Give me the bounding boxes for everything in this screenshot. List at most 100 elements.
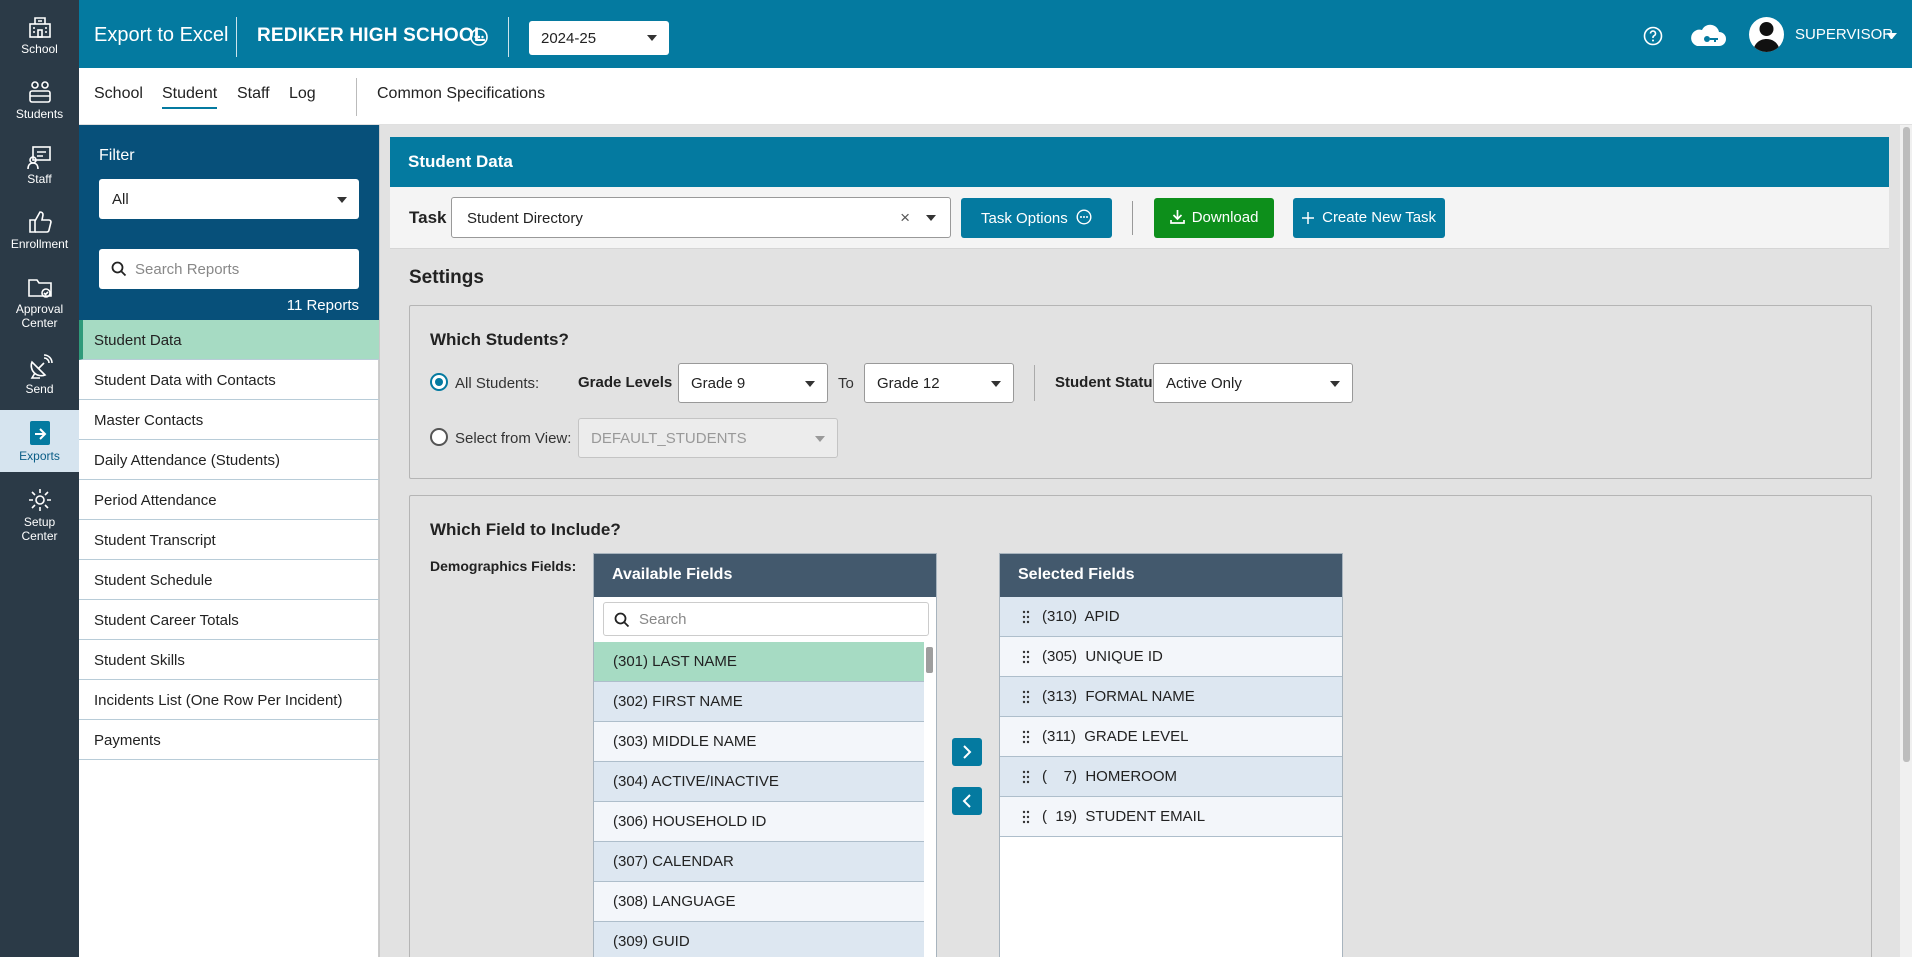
download-icon bbox=[1169, 210, 1185, 224]
gear-icon bbox=[28, 489, 51, 511]
student-status-select[interactable]: Active Only bbox=[1153, 363, 1353, 403]
rail-item-staff[interactable]: Staff bbox=[0, 144, 79, 186]
field-search[interactable] bbox=[603, 602, 929, 636]
grade-to-select[interactable]: Grade 12 bbox=[864, 363, 1014, 403]
main-scrollbar[interactable] bbox=[1900, 125, 1912, 957]
list-item[interactable]: (303) MIDDLE NAME bbox=[594, 722, 924, 762]
top-bar: Export to Excel REDIKER HIGH SCHOOL 2024… bbox=[79, 0, 1912, 68]
drag-handle-icon[interactable] bbox=[1022, 730, 1030, 744]
list-item[interactable]: (313) FORMAL NAME bbox=[1000, 677, 1342, 717]
chevron-down-icon bbox=[647, 35, 657, 41]
view-value: DEFAULT_STUDENTS bbox=[591, 430, 747, 447]
report-item[interactable]: Student Career Totals bbox=[79, 600, 379, 640]
rail-item-enrollment[interactable]: Enrollment bbox=[0, 209, 79, 251]
report-item[interactable]: Incidents List (One Row Per Incident) bbox=[79, 680, 379, 720]
select-from-view-radio[interactable] bbox=[430, 428, 448, 446]
drag-handle-icon[interactable] bbox=[1022, 770, 1030, 784]
rail-label: Send bbox=[25, 382, 54, 396]
list-scrollbar[interactable] bbox=[926, 647, 933, 673]
list-item[interactable]: (308) LANGUAGE bbox=[594, 882, 924, 922]
all-students-radio[interactable] bbox=[430, 373, 448, 391]
list-item[interactable]: (306) HOUSEHOLD ID bbox=[594, 802, 924, 842]
report-item[interactable]: Student Transcript bbox=[79, 520, 379, 560]
list-item[interactable]: ( 19) STUDENT EMAIL bbox=[1000, 797, 1342, 837]
search-reports-input[interactable] bbox=[135, 259, 350, 279]
tab-staff[interactable]: Staff bbox=[237, 85, 270, 107]
rail-item-school[interactable]: School bbox=[0, 14, 79, 56]
icon-rail: School Students Staff Enrollment Approva… bbox=[0, 0, 79, 957]
all-students-label: All Students: bbox=[455, 375, 540, 392]
user-name[interactable]: SUPERVISOR bbox=[1795, 26, 1893, 43]
filter-select[interactable]: All bbox=[99, 179, 359, 219]
report-item[interactable]: Master Contacts bbox=[79, 400, 379, 440]
list-item[interactable]: (307) CALENDAR bbox=[594, 842, 924, 882]
select-from-view-label: Select from View: bbox=[455, 430, 572, 447]
avatar[interactable] bbox=[1749, 17, 1784, 52]
to-label: To bbox=[838, 375, 854, 392]
drag-handle-icon[interactable] bbox=[1022, 810, 1030, 824]
report-item[interactable]: Student Data with Contacts bbox=[79, 360, 379, 400]
chevron-down-icon[interactable] bbox=[1887, 33, 1897, 39]
help-icon[interactable] bbox=[1643, 26, 1663, 46]
school-year-select[interactable]: 2024-25 bbox=[529, 21, 669, 55]
task-options-button[interactable]: Task Options bbox=[961, 198, 1112, 238]
list-item[interactable]: (310) APID bbox=[1000, 597, 1342, 637]
rail-item-setup-center[interactable]: Setup Center bbox=[0, 487, 79, 543]
task-options-label: Task Options bbox=[981, 210, 1068, 227]
divider bbox=[1132, 201, 1133, 235]
report-item[interactable]: Student Data bbox=[79, 320, 379, 360]
available-fields-title: Available Fields bbox=[594, 554, 936, 597]
report-item[interactable]: Daily Attendance (Students) bbox=[79, 440, 379, 480]
add-field-button[interactable] bbox=[952, 738, 982, 766]
chevron-down-icon[interactable] bbox=[926, 215, 936, 221]
cloud-key-icon[interactable] bbox=[1687, 24, 1727, 48]
tab-school[interactable]: School bbox=[94, 85, 143, 107]
tab-student[interactable]: Student bbox=[162, 85, 218, 109]
task-select[interactable]: Student Directory × bbox=[451, 197, 951, 238]
grade-from-select[interactable]: Grade 9 bbox=[678, 363, 828, 403]
field-search-input[interactable] bbox=[639, 611, 919, 628]
grade-to-value: Grade 12 bbox=[877, 375, 940, 392]
drag-handle-icon[interactable] bbox=[1022, 690, 1030, 704]
drag-handle-icon[interactable] bbox=[1022, 610, 1030, 624]
field-label: ( 19) STUDENT EMAIL bbox=[1042, 808, 1206, 825]
rail-item-approval-center[interactable]: Approval Center bbox=[0, 274, 79, 330]
app-title: Export to Excel bbox=[94, 24, 229, 46]
satellite-dish-icon bbox=[30, 354, 53, 379]
settings-title: Settings bbox=[409, 267, 484, 288]
section-title: Which Field to Include? bbox=[430, 520, 621, 539]
tab-log[interactable]: Log bbox=[289, 85, 316, 107]
tab-common-specifications[interactable]: Common Specifications bbox=[377, 85, 545, 107]
list-item[interactable]: (301) LAST NAME bbox=[594, 642, 924, 682]
report-item[interactable]: Student Schedule bbox=[79, 560, 379, 600]
rail-item-exports[interactable]: Exports bbox=[0, 410, 79, 472]
folder-check-icon bbox=[27, 279, 52, 298]
scroll-thumb[interactable] bbox=[1903, 127, 1910, 762]
create-new-task-button[interactable]: Create New Task bbox=[1293, 198, 1445, 238]
more-options-icon[interactable] bbox=[469, 27, 489, 47]
list-item[interactable]: (304) ACTIVE/INACTIVE bbox=[594, 762, 924, 802]
drag-handle-icon[interactable] bbox=[1022, 650, 1030, 664]
rail-item-students[interactable]: Students bbox=[0, 79, 79, 121]
list-item[interactable]: (309) GUID bbox=[594, 922, 924, 957]
rail-label: Students bbox=[15, 107, 64, 121]
report-item[interactable]: Student Skills bbox=[79, 640, 379, 680]
section-title: Which Students? bbox=[430, 330, 569, 349]
rail-item-send[interactable]: Send bbox=[0, 354, 79, 396]
rail-label: Staff bbox=[27, 172, 52, 186]
report-search[interactable] bbox=[99, 249, 359, 289]
staff-board-icon bbox=[26, 146, 51, 170]
download-button[interactable]: Download bbox=[1154, 198, 1274, 238]
list-item[interactable]: (305) UNIQUE ID bbox=[1000, 637, 1342, 677]
remove-field-button[interactable] bbox=[952, 787, 982, 815]
list-item[interactable]: (302) FIRST NAME bbox=[594, 682, 924, 722]
list-item[interactable]: ( 7) HOMEROOM bbox=[1000, 757, 1342, 797]
report-item[interactable]: Payments bbox=[79, 720, 379, 760]
list-item[interactable]: (311) GRADE LEVEL bbox=[1000, 717, 1342, 757]
selected-fields-panel: Selected Fields (310) APID (305) UNIQUE … bbox=[999, 553, 1343, 957]
report-item[interactable]: Period Attendance bbox=[79, 480, 379, 520]
clear-icon[interactable]: × bbox=[900, 208, 910, 228]
card-title: Student Data bbox=[390, 137, 1889, 187]
secondary-nav: School Student Staff Log Common Specific… bbox=[79, 68, 1912, 125]
field-label: (310) APID bbox=[1042, 608, 1120, 625]
